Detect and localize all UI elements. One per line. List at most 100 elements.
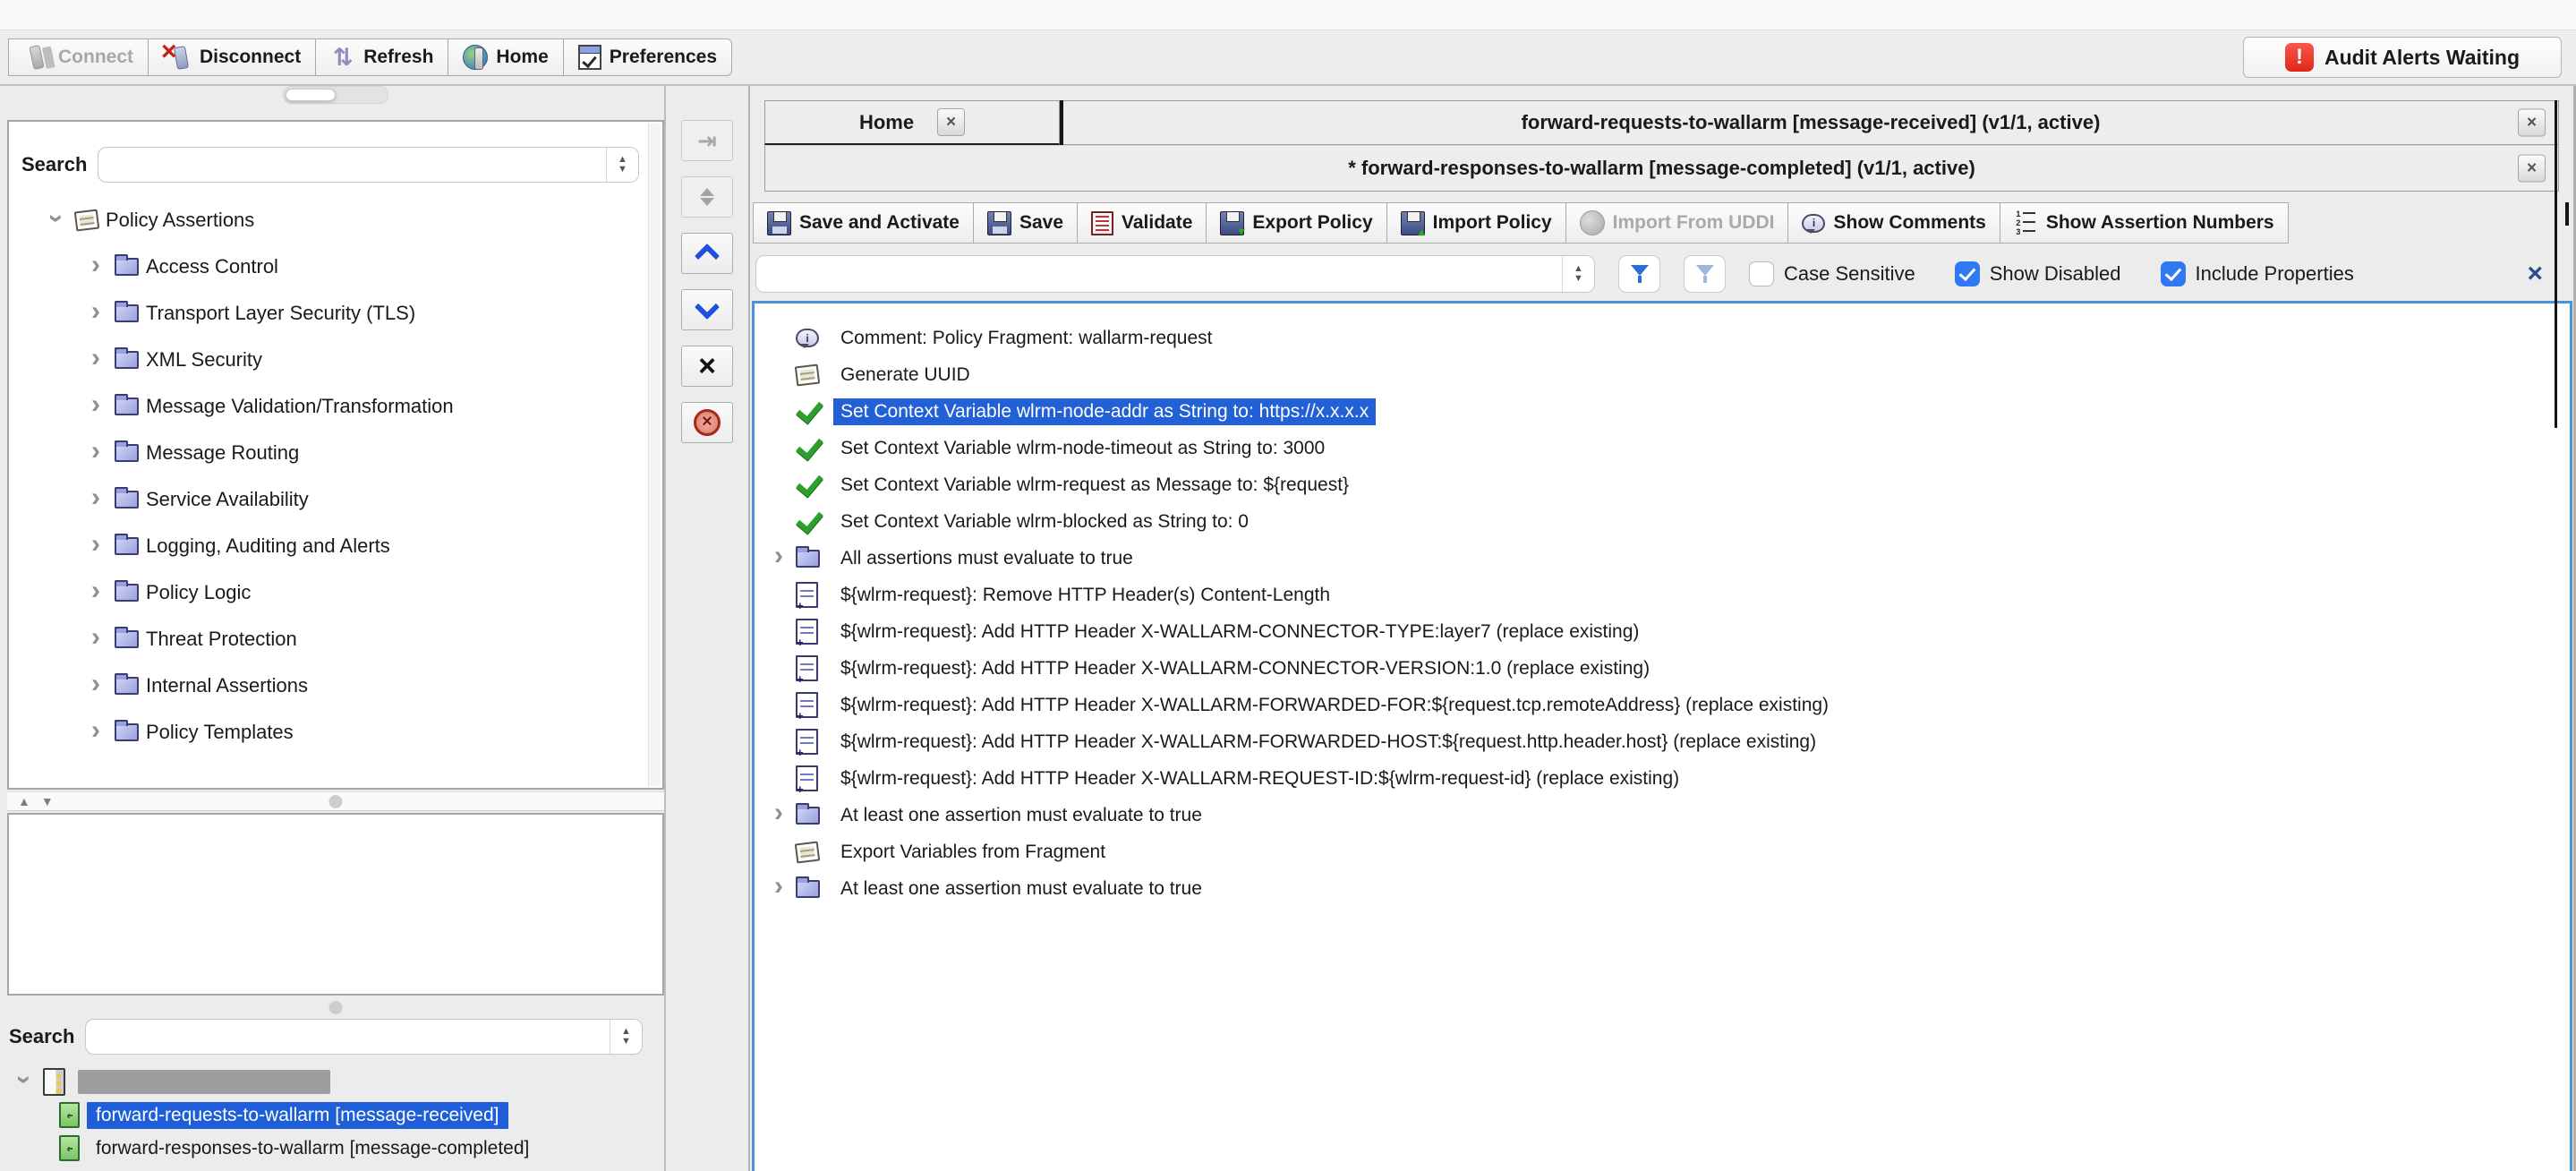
chevron-right-icon[interactable] [84, 581, 107, 604]
policy-toolbar-button[interactable]: Import Policy [1386, 202, 1566, 244]
close-filter-icon[interactable]: × [2527, 261, 2543, 287]
services-search-input[interactable] [86, 1020, 610, 1054]
toolbar-button[interactable]: Home [448, 38, 563, 76]
menu-item[interactable] [170, 4, 209, 26]
palette-splitter[interactable]: ▲ ▼ [7, 791, 664, 811]
policy-assertion-row[interactable]: Set Context Variable wlrm-blocked as Str… [755, 503, 2570, 540]
chevron-right-icon[interactable] [767, 547, 790, 569]
menu-item[interactable] [13, 4, 52, 26]
policy-assertion-row[interactable]: ${wlrm-request}: Add HTTP Header X-WALLA… [755, 760, 2570, 797]
close-icon[interactable]: × [937, 108, 965, 136]
collapse-up-icon[interactable]: ▲ [18, 794, 30, 808]
chevron-right-icon[interactable] [84, 255, 107, 278]
policy-assertion-row[interactable]: Set Context Variable wlrm-node-timeout a… [755, 430, 2570, 466]
policy-assertion-row[interactable]: Comment: Policy Fragment: wallarm-reques… [755, 320, 2570, 356]
chevron-right-icon[interactable] [767, 804, 790, 826]
policy-assertion-row[interactable]: ${wlrm-request}: Remove HTTP Header(s) C… [755, 577, 2570, 613]
policy-assertion-row[interactable]: ${wlrm-request}: Add HTTP Header X-WALLA… [755, 613, 2570, 650]
chevron-right-icon[interactable] [84, 674, 107, 697]
chevron-right-icon[interactable] [84, 395, 107, 418]
chevron-right-icon[interactable] [84, 721, 107, 744]
chevron-right-icon[interactable] [767, 877, 790, 900]
palette-category-row[interactable]: Access Control [9, 244, 662, 290]
chevron-right-icon[interactable] [84, 302, 107, 325]
toolbar-button[interactable]: Connect [8, 38, 149, 76]
palette-tree-root[interactable]: Policy Assertions [9, 197, 662, 244]
add-assertion-button[interactable] [681, 120, 733, 161]
tab-forward-responses[interactable]: * forward-responses-to-wallarm [message-… [764, 145, 2559, 192]
audit-alerts-button[interactable]: Audit Alerts Waiting [2243, 37, 2562, 78]
chevron-down-icon[interactable] [13, 1071, 36, 1093]
palette-category-row[interactable]: XML Security [9, 337, 662, 383]
checkbox-box[interactable] [1955, 261, 1980, 286]
palette-category-row[interactable]: Message Routing [9, 430, 662, 476]
tab-forward-requests[interactable]: forward-requests-to-wallarm [message-rec… [1063, 100, 2559, 145]
palette-category-row[interactable]: Message Validation/Transformation [9, 383, 662, 430]
menu-item[interactable] [91, 4, 131, 26]
policy-assertion-row[interactable]: At least one assertion must evaluate to … [755, 797, 2570, 833]
palette-tab[interactable] [336, 89, 386, 101]
filter-checkbox[interactable]: Show Disabled [1955, 261, 2121, 286]
collapse-down-icon[interactable]: ▼ [41, 794, 54, 808]
palette-search-input[interactable] [98, 148, 606, 182]
disable-assertion-button[interactable] [681, 402, 733, 443]
chevron-right-icon[interactable] [84, 348, 107, 372]
palette-category-row[interactable]: Policy Templates [9, 709, 662, 756]
chevron-right-icon[interactable] [84, 534, 107, 558]
move-up-button[interactable] [681, 233, 733, 274]
filter-input[interactable] [756, 256, 1562, 292]
palette-category-row[interactable]: Threat Protection [9, 616, 662, 662]
services-splitter[interactable] [7, 1001, 664, 1015]
palette-category-row[interactable]: Transport Layer Security (TLS) [9, 290, 662, 337]
menu-item[interactable] [131, 4, 170, 26]
policy-toolbar-button[interactable]: Show Assertion Numbers [2000, 202, 2289, 244]
policy-toolbar-button[interactable]: Validate [1077, 202, 1207, 244]
delete-assertion-button[interactable] [681, 346, 733, 387]
close-icon[interactable]: × [2518, 155, 2546, 183]
splitter-grip[interactable] [329, 1001, 343, 1014]
policy-toolbar-button[interactable]: Import From UDDI [1565, 202, 1789, 244]
apply-filter-button[interactable] [1618, 255, 1660, 293]
toolbar-button[interactable]: Preferences [563, 38, 732, 76]
palette-category-row[interactable]: Logging, Auditing and Alerts [9, 523, 662, 569]
palette-tab[interactable] [286, 89, 336, 101]
services-search-stepper[interactable]: ▲▼ [610, 1020, 642, 1054]
chevron-right-icon[interactable] [84, 441, 107, 465]
policy-toolbar-button[interactable]: Export Policy [1206, 202, 1386, 244]
palette-category-row[interactable]: Policy Logic [9, 569, 662, 616]
filter-checkbox[interactable]: Include Properties [2161, 261, 2354, 286]
chevron-right-icon[interactable] [84, 628, 107, 651]
policy-assertion-row[interactable]: Set Context Variable wlrm-request as Mes… [755, 466, 2570, 503]
checkbox-box[interactable] [1749, 261, 1774, 286]
policy-toolbar-button[interactable]: Save and Activate [753, 202, 974, 244]
policy-assertion-row[interactable]: Generate UUID [755, 356, 2570, 393]
checkbox-box[interactable] [2161, 261, 2186, 286]
policy-toolbar-button[interactable]: Show Comments [1787, 202, 2000, 244]
palette-scrollbar[interactable] [648, 124, 661, 786]
policy-assertion-row[interactable]: ${wlrm-request}: Add HTTP Header X-WALLA… [755, 687, 2570, 723]
move-down-button[interactable] [681, 289, 733, 330]
policy-assertion-row[interactable]: At least one assertion must evaluate to … [755, 870, 2570, 907]
policy-assertion-row[interactable]: All assertions must evaluate to true [755, 540, 2570, 577]
chevron-right-icon[interactable] [84, 488, 107, 511]
policy-assertion-row[interactable]: ${wlrm-request}: Add HTTP Header X-WALLA… [755, 650, 2570, 687]
reorder-button[interactable] [681, 176, 733, 218]
menu-item[interactable] [52, 4, 91, 26]
splitter-grip[interactable] [329, 795, 343, 808]
toolbar-button[interactable]: Disconnect [148, 38, 316, 76]
palette-category-row[interactable]: Internal Assertions [9, 662, 662, 709]
service-policy-row[interactable]: forward-responses-to-wallarm [message-co… [7, 1132, 664, 1165]
palette-category-row[interactable]: Service Availability [9, 476, 662, 523]
service-policy-row[interactable]: forward-requests-to-wallarm [message-rec… [7, 1098, 664, 1132]
toolbar-button[interactable]: Refresh [315, 38, 448, 76]
filter-checkbox[interactable]: Case Sensitive [1749, 261, 1915, 286]
palette-search-stepper[interactable]: ▲▼ [606, 148, 638, 182]
close-icon[interactable]: × [2518, 109, 2546, 137]
tab-home[interactable]: Home × [764, 100, 1060, 145]
policy-assertion-row[interactable]: Set Context Variable wlrm-node-addr as S… [755, 393, 2570, 430]
gateway-root-row[interactable] [7, 1065, 664, 1098]
clear-filter-button[interactable] [1684, 255, 1726, 293]
policy-toolbar-button[interactable]: Save [973, 202, 1078, 244]
policy-assertion-row[interactable]: Export Variables from Fragment [755, 833, 2570, 870]
filter-combo-stepper[interactable]: ▲▼ [1562, 256, 1594, 292]
